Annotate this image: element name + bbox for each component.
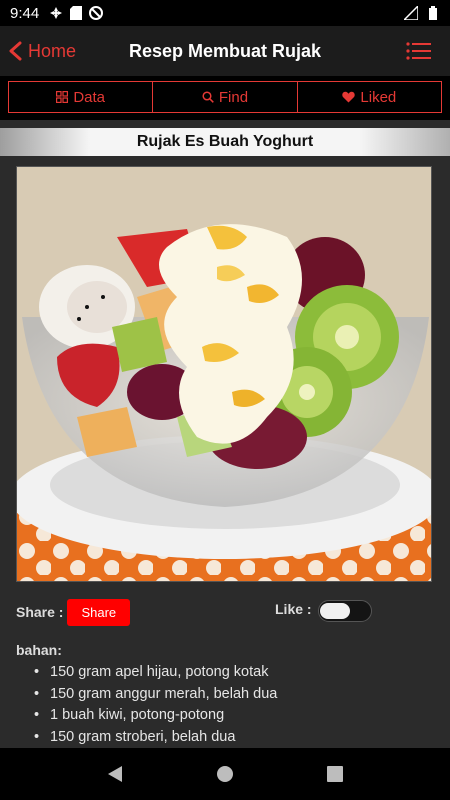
tab-bar: Data Find Liked xyxy=(8,81,442,113)
list-item: 1 buah kiwi, potong-potong xyxy=(34,705,277,727)
list-item: 150 gram apel hijau, potong kotak xyxy=(34,662,277,684)
chevron-left-icon xyxy=(9,41,22,61)
signal-icon xyxy=(404,6,418,20)
app-bar: Home Resep Membuat Rujak xyxy=(0,26,450,76)
tab-data[interactable]: Data xyxy=(9,82,154,112)
system-nav-bar xyxy=(0,748,450,800)
share-label: Share : xyxy=(16,604,64,620)
home-nav-button[interactable] xyxy=(205,754,245,794)
sd-card-icon xyxy=(69,6,83,20)
like-label: Like : xyxy=(275,601,312,617)
tab-find-label: Find xyxy=(218,88,249,106)
tab-liked-label: Liked xyxy=(360,88,397,106)
home-label: Home xyxy=(28,40,77,61)
like-toggle[interactable] xyxy=(318,600,372,622)
list-item: 150 gram anggur merah, belah dua xyxy=(34,684,277,706)
like-toggle-knob xyxy=(320,603,350,619)
search-icon xyxy=(202,91,214,103)
back-triangle-icon xyxy=(108,766,122,782)
recents-square-icon xyxy=(327,766,343,782)
fan-icon xyxy=(49,6,63,20)
grid-icon xyxy=(56,91,69,103)
menu-icon[interactable] xyxy=(406,41,432,61)
status-bar: 9:44 xyxy=(0,0,450,26)
share-button[interactable]: Share xyxy=(67,598,131,626)
tab-find[interactable]: Find xyxy=(153,82,298,112)
home-circle-icon xyxy=(217,766,233,782)
back-button[interactable] xyxy=(95,754,135,794)
recents-button[interactable] xyxy=(315,754,355,794)
home-button[interactable]: Home xyxy=(8,41,76,62)
tab-data-label: Data xyxy=(73,88,105,106)
ingredients-list: 150 gram apel hijau, potong kotak 150 gr… xyxy=(34,662,277,748)
recipe-content[interactable]: Rujak Es Buah Yoghurt Share: Share Like… xyxy=(0,120,450,748)
heart-icon xyxy=(342,91,356,103)
tab-liked[interactable]: Liked xyxy=(298,82,441,112)
recipe-photo xyxy=(16,166,432,582)
battery-icon xyxy=(426,6,440,20)
ingredients-title: bahan: xyxy=(16,642,62,658)
share-like-row: Share : Share Like : xyxy=(16,598,434,626)
status-time: 9:44 xyxy=(10,4,40,22)
recipe-title: Rujak Es Buah Yoghurt xyxy=(0,128,450,156)
list-item: 150 gram stroberi, belah dua xyxy=(34,727,277,749)
do-not-disturb-icon xyxy=(89,6,104,20)
